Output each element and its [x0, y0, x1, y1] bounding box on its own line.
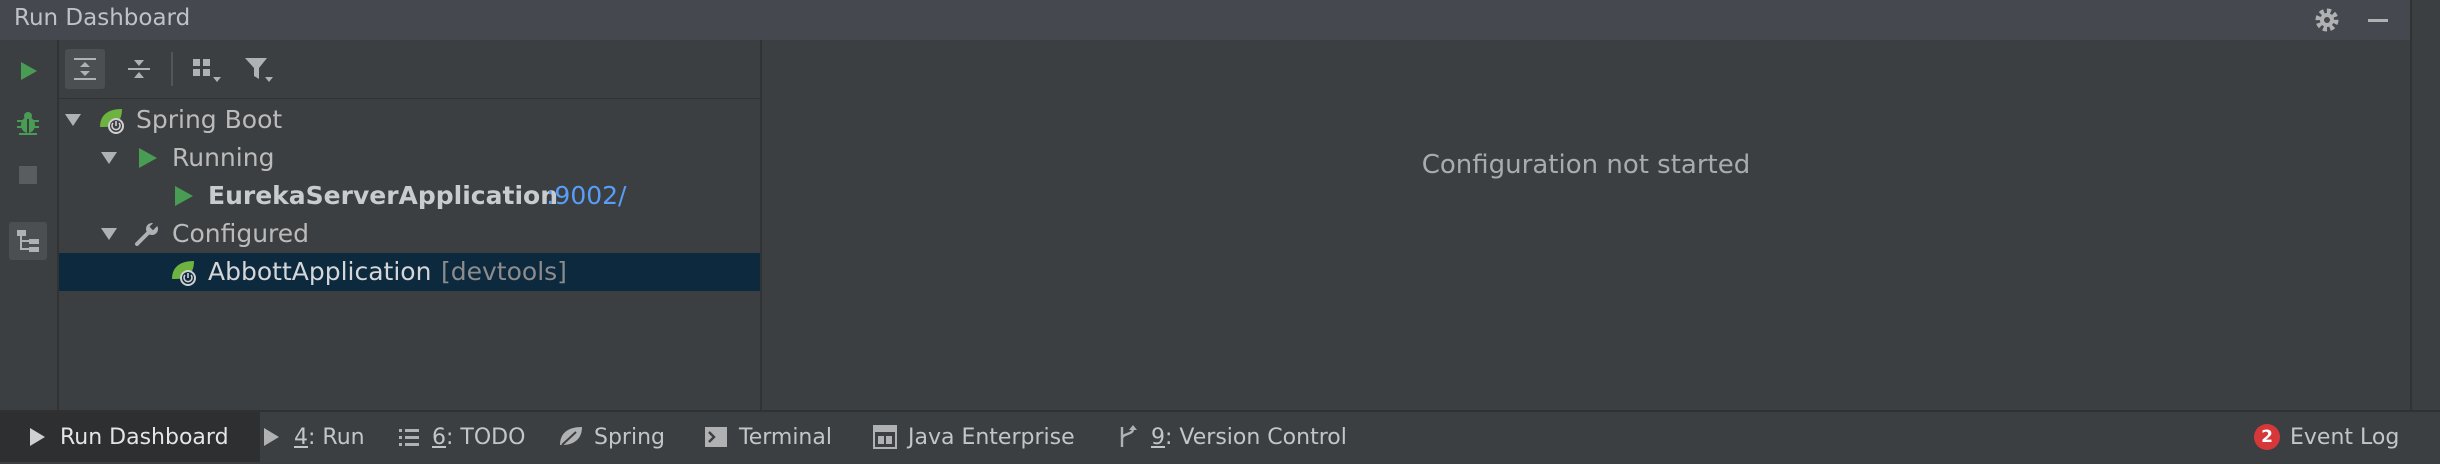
tree-node-abbott-application[interactable]: AbbottApplication [devtools]	[59, 253, 760, 291]
tab-label: Java Enterprise	[908, 424, 1075, 450]
run-button[interactable]	[9, 52, 47, 90]
spring-boot-icon	[168, 253, 198, 291]
tab-java-enterprise[interactable]: Java Enterprise	[872, 412, 1075, 462]
bug-icon	[17, 112, 39, 135]
minimize-icon	[2368, 19, 2388, 22]
tree-node-configured[interactable]: Configured	[59, 215, 760, 253]
tab-run[interactable]: 4 : Run	[258, 412, 365, 462]
expanded-arrow-icon[interactable]	[98, 139, 120, 177]
run-icon	[24, 424, 50, 450]
tab-mnemonic: 4	[294, 424, 308, 450]
collapse-all-button[interactable]	[119, 49, 159, 89]
tab-label: Event Log	[2290, 424, 2400, 450]
expand-all-button[interactable]	[65, 49, 105, 89]
tree-view-icon	[17, 230, 39, 252]
right-tool-strip	[2410, 0, 2440, 410]
devtools-hint: [devtools]	[441, 257, 567, 286]
collapse-all-icon	[128, 60, 150, 78]
port-link[interactable]: :9002/	[546, 177, 626, 215]
debug-button[interactable]	[9, 104, 47, 142]
tab-event-log[interactable]: 2 Event Log	[2254, 412, 2399, 462]
minimize-button[interactable]	[2363, 5, 2393, 35]
run-icon	[168, 177, 198, 215]
settings-button[interactable]	[2312, 5, 2342, 35]
tab-label: : TODO	[446, 424, 526, 450]
tab-run-dashboard[interactable]: Run Dashboard	[0, 412, 260, 462]
spring-boot-icon	[96, 101, 126, 139]
tree-node-label: Spring Boot	[136, 105, 283, 134]
run-icon	[258, 424, 284, 450]
java-enterprise-icon	[872, 424, 898, 450]
left-toolbar	[0, 40, 59, 410]
terminal-icon	[703, 424, 729, 450]
notification-badge: 2	[2254, 424, 2280, 450]
tool-window-bar: Run Dashboard 4 : Run 6 : TODO Spring Te…	[0, 410, 2440, 464]
stop-icon	[19, 166, 37, 184]
window-title: Run Dashboard	[14, 5, 191, 31]
group-by-button[interactable]	[187, 49, 227, 89]
tree-node-label: Running	[172, 143, 275, 172]
run-icon	[132, 139, 162, 177]
vcs-icon	[1115, 424, 1141, 450]
empty-state-text: Configuration not started	[1421, 150, 1751, 180]
expanded-arrow-icon[interactable]	[62, 101, 84, 139]
stop-button[interactable]	[9, 156, 47, 194]
tab-mnemonic: 9	[1151, 424, 1165, 450]
toolbar-separator	[171, 52, 173, 86]
group-by-type-button[interactable]	[9, 222, 47, 260]
tree-node-eureka-server-application[interactable]: EurekaServerApplication :9002/	[59, 177, 760, 215]
tab-todo[interactable]: 6 : TODO	[396, 412, 525, 462]
expand-all-icon	[74, 58, 96, 80]
tree-node-label: Configured	[172, 219, 310, 248]
tab-label: Terminal	[739, 424, 832, 450]
list-icon	[396, 424, 422, 450]
tab-label: Spring	[594, 424, 665, 450]
gear-icon	[2315, 8, 2339, 32]
filter-icon	[245, 58, 273, 82]
application-name: AbbottApplication	[208, 257, 432, 286]
tab-mnemonic: 6	[432, 424, 446, 450]
tab-version-control[interactable]: 9 : Version Control	[1115, 412, 1347, 462]
tab-label: Run Dashboard	[60, 424, 229, 450]
tree-node-spring-boot[interactable]: Spring Boot	[59, 101, 760, 139]
title-bar: Run Dashboard	[0, 0, 2410, 40]
filter-button[interactable]	[239, 49, 279, 89]
tab-label: : Run	[308, 424, 365, 450]
application-name: EurekaServerApplication	[208, 181, 558, 210]
tab-label: : Version Control	[1165, 424, 1347, 450]
expanded-arrow-icon[interactable]	[98, 215, 120, 253]
wrench-icon	[132, 215, 162, 253]
group-icon	[193, 59, 221, 82]
tab-terminal[interactable]: Terminal	[703, 412, 832, 462]
tab-spring[interactable]: Spring	[558, 412, 665, 462]
run-configurations-tree-panel: Spring Boot Running EurekaServerApplicat…	[59, 40, 762, 410]
tree-node-running[interactable]: Running	[59, 139, 760, 177]
tree-toolbar	[59, 40, 760, 99]
run-icon	[21, 62, 37, 80]
detail-panel: Configuration not started	[762, 40, 2410, 410]
spring-leaf-icon	[558, 424, 584, 450]
